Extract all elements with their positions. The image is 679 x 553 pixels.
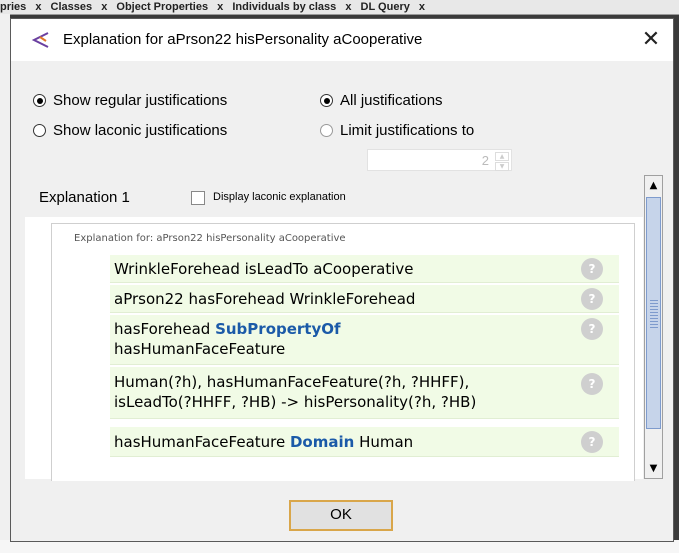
dialog-title: Explanation for aPrson22 hisPersonality …	[63, 31, 423, 48]
axiom-row[interactable]: hasHumanFaceFeature Domain Human ?	[110, 427, 619, 457]
radio-label: Limit justifications to	[340, 122, 475, 139]
radio-label: Show laconic justifications	[53, 122, 228, 139]
spinner-up-icon[interactable]: ▲	[495, 152, 509, 161]
help-icon[interactable]: ?	[581, 431, 603, 453]
bg-tab-close[interactable]: x	[217, 1, 223, 13]
radio-label: Show regular justifications	[53, 92, 228, 109]
axiom-row[interactable]: aPrson22 hasForehead WrinkleForehead ?	[110, 285, 619, 313]
bg-tab-close[interactable]: x	[101, 1, 107, 13]
radio-indicator[interactable]	[33, 124, 46, 137]
radio-indicator[interactable]	[320, 94, 333, 107]
background-window-edge	[0, 14, 10, 553]
axiom-text: aPrson22 hasForehead WrinkleForehead	[114, 290, 416, 308]
ok-button[interactable]: OK	[289, 500, 393, 531]
explanation-dialog: Explanation for aPrson22 hisPersonality …	[10, 18, 674, 542]
axiom-text-line2: isLeadTo(?HHFF, ?HB) -> hisPersonality(?…	[114, 393, 477, 411]
close-button[interactable]: ✕	[633, 23, 669, 57]
axiom-text: Human(?h), hasHumanFaceFeature(?h, ?HHFF…	[114, 373, 470, 391]
axiom-text: WrinkleForehead isLeadTo aCooperative	[114, 260, 414, 278]
bg-tab[interactable]: pries	[0, 1, 26, 13]
checkbox-label: Display laconic explanation	[213, 191, 346, 203]
bg-tab[interactable]: Individuals by class	[232, 1, 336, 13]
protege-icon	[31, 32, 49, 48]
axiom-text: Human	[354, 433, 414, 451]
explanation-for-label: Explanation for: aPrson22 hisPersonality…	[74, 233, 346, 244]
axiom-keyword: SubPropertyOf	[215, 320, 341, 338]
limit-spinner[interactable]: 2 ▲ ▼	[367, 149, 512, 171]
radio-label: All justifications	[340, 92, 443, 109]
bg-tab[interactable]: DL Query	[361, 1, 410, 13]
radio-indicator[interactable]	[320, 124, 333, 137]
axiom-row[interactable]: WrinkleForehead isLeadTo aCooperative ?	[110, 255, 619, 283]
bg-tab-close[interactable]: x	[419, 1, 425, 13]
checkbox-box[interactable]	[191, 191, 205, 205]
bg-tab-close[interactable]: x	[35, 1, 41, 13]
axiom-text: hasForehead	[114, 320, 216, 338]
axiom-row[interactable]: hasForehead SubPropertyOf hasHumanFaceFe…	[110, 315, 619, 365]
bg-tab-close[interactable]: x	[345, 1, 351, 13]
scroll-grip	[650, 298, 658, 328]
limit-value: 2	[481, 153, 489, 168]
scroll-down-icon[interactable]: ▼	[645, 459, 662, 478]
help-icon[interactable]: ?	[581, 288, 603, 310]
explanation-title: Explanation 1	[39, 189, 130, 206]
bg-tab[interactable]: Classes	[51, 1, 93, 13]
bg-tab[interactable]: Object Properties	[116, 1, 208, 13]
background-tab-strip: pries x Classes x Object Properties x In…	[0, 0, 679, 15]
help-icon[interactable]: ?	[581, 318, 603, 340]
spinner-arrows[interactable]: ▲ ▼	[495, 152, 509, 171]
spinner-down-icon[interactable]: ▼	[495, 162, 509, 171]
title-bar[interactable]: Explanation for aPrson22 hisPersonality …	[11, 19, 673, 61]
axiom-row[interactable]: Human(?h), hasHumanFaceFeature(?h, ?HHFF…	[110, 367, 619, 419]
help-icon[interactable]: ?	[581, 373, 603, 395]
axiom-text: hasHumanFaceFeature	[114, 433, 290, 451]
scroll-thumb[interactable]	[646, 197, 661, 429]
vertical-scrollbar[interactable]: ▲ ▼	[644, 175, 663, 479]
axiom-keyword: Domain	[289, 433, 355, 451]
scroll-up-icon[interactable]: ▲	[645, 176, 662, 195]
axiom-text-line2: hasHumanFaceFeature	[114, 340, 286, 358]
help-icon[interactable]: ?	[581, 258, 603, 280]
radio-indicator[interactable]	[33, 94, 46, 107]
